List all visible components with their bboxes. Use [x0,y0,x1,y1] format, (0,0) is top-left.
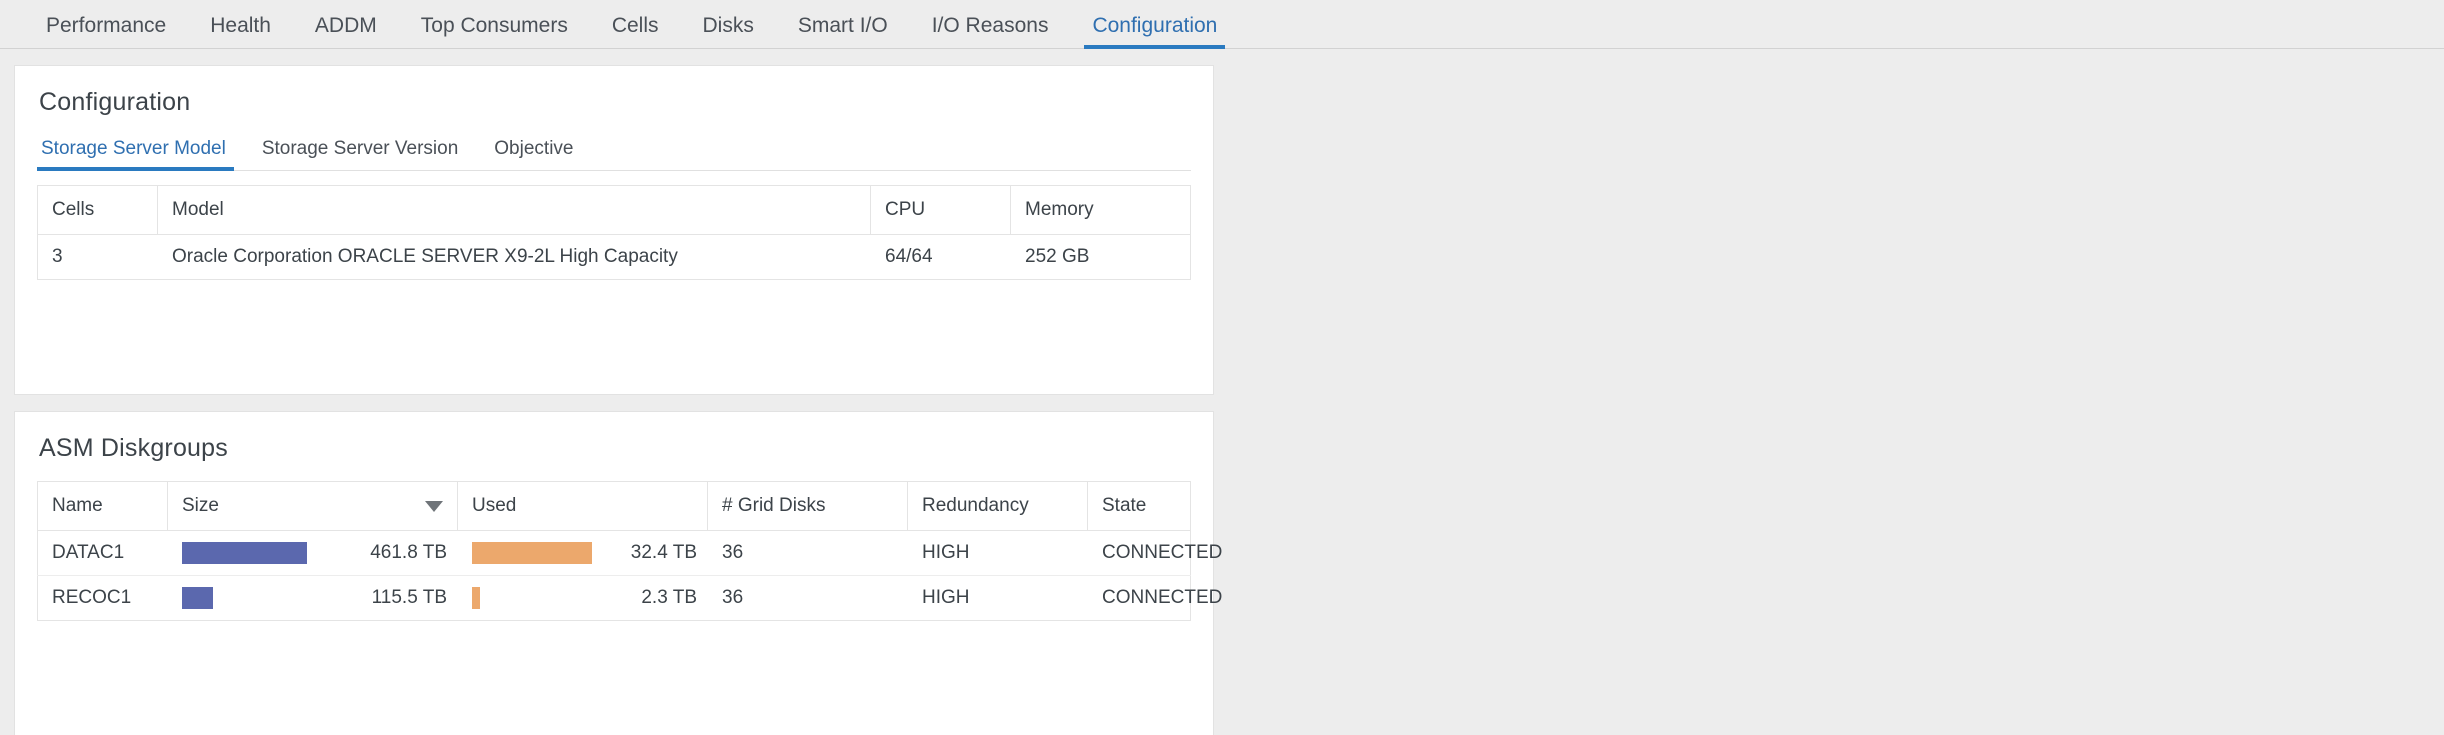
cell-state: CONNECTED [1087,575,1222,621]
cell-name: DATAC1 [37,530,168,576]
nav-tab-addm[interactable]: ADDM [293,15,399,49]
bar-value-label: 115.5 TB [371,587,447,608]
used-bar [472,542,592,564]
cell-model: Oracle Corporation ORACLE SERVER X9-2L H… [157,234,871,280]
cell-grid-disks: 36 [707,530,908,576]
nav-tab-disks[interactable]: Disks [681,15,776,49]
cell-redundancy: HIGH [907,575,1088,621]
column-header-state[interactable]: State [1087,481,1191,531]
cell-memory: 252 GB [1010,234,1191,280]
subtab-storage-server-model[interactable]: Storage Server Model [37,138,244,171]
column-header-cells[interactable]: Cells [37,185,158,235]
asm-table-body: DATAC1 461.8 TB 32.4 TB 36 HIGH CONNECTED RECO… [37,530,1222,621]
configuration-table: Cells Model CPU Memory 3 Oracle Corporati… [37,185,1191,280]
cell-redundancy: HIGH [907,530,1088,576]
bar-wrapper: 461.8 TB [182,542,447,564]
nav-tab-i-o-reasons[interactable]: I/O Reasons [910,15,1071,49]
configuration-title: Configuration [39,88,191,116]
bar-value-label: 2.3 TB [641,587,697,608]
asm-diskgroups-title: ASM Diskgroups [39,434,228,462]
bar-wrapper: 32.4 TB [472,542,697,564]
asm-table-head: Name Size Used # Grid Disks Redundancy S… [37,481,1191,531]
cell-cells: 3 [37,234,158,280]
size-bar [182,587,213,609]
size-bar [182,542,307,564]
nav-tab-performance[interactable]: Performance [24,15,188,49]
asm-diskgroups-table: Name Size Used # Grid Disks Redundancy S… [37,481,1222,621]
nav-tab-top-consumers[interactable]: Top Consumers [399,15,590,49]
bar-wrapper: 115.5 TB [182,587,447,609]
column-header-size-label: Size [182,495,219,516]
nav-tab-smart-i-o[interactable]: Smart I/O [776,15,910,49]
bar-value-label: 461.8 TB [370,542,447,563]
used-bar [472,587,480,609]
column-header-memory[interactable]: Memory [1010,185,1191,235]
bar-cell: 115.5 TB [167,575,458,621]
bar-value-label: 32.4 TB [630,542,697,563]
configuration-header-row: Cells Model CPU Memory [37,185,1191,235]
configuration-table-head: Cells Model CPU Memory [37,185,1191,235]
table-row: 3 Oracle Corporation ORACLE SERVER X9-2L … [37,234,1191,280]
nav-tab-configuration[interactable]: Configuration [1070,15,1239,49]
bar-cell: 32.4 TB [457,530,708,576]
column-header-size[interactable]: Size [167,481,458,531]
cell-grid-disks: 36 [707,575,908,621]
main-tab-bar: Performance Health ADDM Top Consumers Cells D… [0,0,2444,49]
subtab-storage-server-version[interactable]: Storage Server Version [244,138,476,170]
column-header-grid-disks[interactable]: # Grid Disks [707,481,908,531]
asm-header-row: Name Size Used # Grid Disks Redundancy S… [37,481,1191,531]
bar-cell: 2.3 TB [457,575,708,621]
nav-tab-health[interactable]: Health [188,15,293,49]
configuration-table-body: 3 Oracle Corporation ORACLE SERVER X9-2L … [37,234,1191,280]
table-row: DATAC1 461.8 TB 32.4 TB 36 HIGH CONNECTED [37,530,1222,576]
subtab-objective[interactable]: Objective [476,138,591,170]
column-header-name[interactable]: Name [37,481,168,531]
nav-tab-cells[interactable]: Cells [590,15,681,49]
configuration-card: Configuration Storage Server Model Storag… [14,65,1214,395]
bar-wrapper: 2.3 TB [472,587,697,609]
column-header-redundancy[interactable]: Redundancy [907,481,1088,531]
left-column: Configuration Storage Server Model Storag… [14,65,1222,735]
dashboard-board: Configuration Storage Server Model Storag… [0,49,2444,735]
bar-cell: 461.8 TB [167,530,458,576]
column-header-model[interactable]: Model [157,185,871,235]
column-header-used[interactable]: Used [457,481,708,531]
cell-name: RECOC1 [37,575,168,621]
cell-cpu: 64/64 [870,234,1011,280]
sort-descending-icon[interactable] [425,501,443,512]
table-row: RECOC1 115.5 TB 2.3 TB 36 HIGH CONNECTED [37,575,1222,621]
column-header-cpu[interactable]: CPU [870,185,1011,235]
asm-diskgroups-card: ASM Diskgroups Name Size Used # Grid Dis… [14,411,1222,735]
configuration-subtab-bar: Storage Server Model Storage Server Versi… [37,133,1191,171]
cell-state: CONNECTED [1087,530,1222,576]
